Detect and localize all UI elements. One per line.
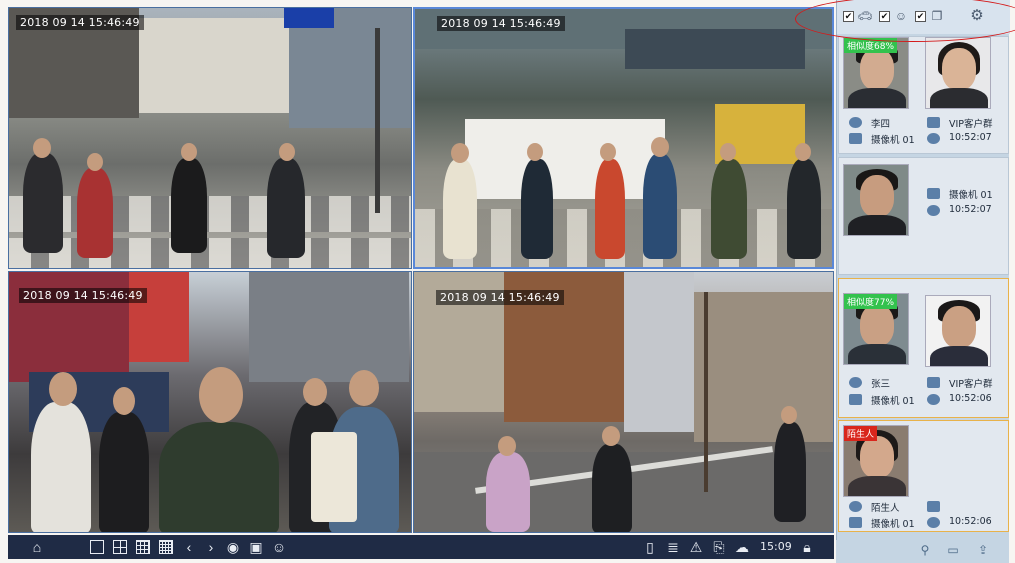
sd-card-icon[interactable]: ▯	[641, 538, 659, 556]
camera-feed	[414, 272, 833, 532]
person-name: 李四	[871, 119, 891, 130]
clock-icon	[927, 133, 940, 144]
face-capture-card[interactable]: 摄像机 01 10:52:07	[838, 157, 1009, 275]
next-icon[interactable]: ›	[202, 538, 220, 556]
document-icon[interactable]: ≣	[664, 538, 682, 556]
camera-name: 摄像机 01	[871, 135, 915, 146]
person-icon	[849, 501, 862, 512]
camera-feed	[9, 8, 411, 268]
folder-icon	[927, 501, 940, 512]
stack-icon: ❐	[931, 9, 943, 23]
face-icon: ☺	[894, 9, 908, 23]
person-filter-checkbox[interactable]: ✔	[843, 11, 854, 22]
camera-view-3[interactable]: 2018 09 14 15:46:49	[8, 271, 412, 533]
person-icon	[849, 117, 862, 128]
capture-time: 10:52:06	[949, 393, 992, 404]
clock-icon	[927, 394, 940, 405]
camera-feed	[9, 272, 411, 532]
gear-icon[interactable]: ⚙	[969, 8, 985, 23]
person-name: 陌生人	[871, 503, 900, 514]
person-icon	[849, 377, 862, 388]
face-match-card[interactable]: 相似度77% 张三 VIP客户群 摄像机 01 10:52:06	[838, 278, 1009, 418]
home-icon[interactable]: ⌂	[28, 538, 46, 556]
group-name: VIP客户群	[949, 119, 993, 130]
camera-timestamp: 2018 09 14 15:46:49	[436, 290, 564, 305]
similarity-badge: 相似度68%	[844, 38, 898, 53]
camera-icon	[927, 188, 940, 199]
lock-icon[interactable]: 🔒︎	[798, 538, 816, 556]
folder-icon	[927, 377, 940, 388]
surveillance-app: 2018 09 14 15:46:49 2018 09 14 15:46:49	[0, 0, 1015, 563]
cloud-icon[interactable]: ☁	[733, 538, 751, 556]
clock: 15:09	[760, 540, 792, 553]
prev-icon[interactable]: ‹	[180, 538, 198, 556]
captured-face	[843, 164, 909, 236]
clock-icon	[927, 205, 940, 216]
registered-face	[925, 37, 991, 109]
camera-feed	[415, 9, 832, 267]
panel-filter-bar: ✔ 🚗︎ ✔ ☺ ✔ ❐ ⚙	[837, 0, 1010, 34]
camera-view-4[interactable]: 2018 09 14 15:46:49	[413, 271, 834, 533]
layout-4-icon[interactable]	[111, 538, 129, 556]
captured-face: 相似度68%	[843, 37, 909, 109]
camera-timestamp: 2018 09 14 15:46:49	[19, 288, 147, 303]
captured-face: 陌生人	[843, 425, 909, 497]
camera-name: 摄像机 01	[949, 190, 993, 201]
captured-face: 相似度77%	[843, 293, 909, 365]
face-match-card[interactable]: 相似度68% 李四 VIP客户群 摄像机 01 10:52:07	[838, 36, 1009, 154]
bottom-toolbar: ⌂ ‹ › ◉ ▣ ☺ ▯ ≣ ⚠ ⎘ ☁ 15:09 🔒︎	[8, 535, 834, 559]
alarm-icon[interactable]: ⚠	[687, 538, 705, 556]
camera-view-2[interactable]: 2018 09 14 15:46:49	[413, 7, 834, 269]
capture-time: 10:52:06	[949, 516, 992, 527]
layout-9-icon[interactable]	[134, 538, 152, 556]
record-icon[interactable]: ▣	[247, 538, 265, 556]
camera-icon	[849, 517, 862, 528]
layout-1-icon[interactable]	[88, 538, 106, 556]
face-filter-checkbox[interactable]: ✔	[915, 11, 926, 22]
export-icon[interactable]: ⎘	[710, 538, 728, 556]
group-name: VIP客户群	[949, 379, 993, 390]
camera-name: 摄像机 01	[871, 396, 915, 407]
clock-icon	[927, 517, 940, 528]
stranger-badge: 陌生人	[844, 426, 878, 441]
capture-time: 10:52:07	[949, 204, 992, 215]
capture-time: 10:52:07	[949, 132, 992, 143]
vehicle-filter-checkbox[interactable]: ✔	[879, 11, 890, 22]
panel-footer: ⚲ ▭ ⇪	[836, 540, 1009, 563]
camera-icon	[849, 133, 862, 144]
stranger-card[interactable]: 陌生人 陌生人 摄像机 01 10:52:06	[838, 420, 1009, 532]
person-name: 张三	[871, 379, 891, 390]
face-capture-icon[interactable]: ☺	[270, 538, 288, 556]
camera-icon	[849, 394, 862, 405]
registered-face	[925, 295, 991, 367]
snapshot-icon[interactable]: ◉	[224, 538, 242, 556]
folder-icon	[927, 117, 940, 128]
camera-timestamp: 2018 09 14 15:46:49	[16, 15, 144, 30]
camera-view-1[interactable]: 2018 09 14 15:46:49	[8, 7, 412, 269]
similarity-badge: 相似度77%	[844, 294, 898, 309]
user-search-icon[interactable]: ⚲	[916, 543, 934, 559]
vehicle-icon: 🚗︎	[857, 9, 873, 23]
camera-name: 摄像机 01	[871, 519, 915, 530]
upload-icon[interactable]: ⇪	[974, 543, 992, 559]
camera-settings-icon[interactable]: ▭	[944, 543, 962, 559]
camera-timestamp: 2018 09 14 15:46:49	[437, 16, 565, 31]
layout-16-icon[interactable]	[157, 538, 175, 556]
